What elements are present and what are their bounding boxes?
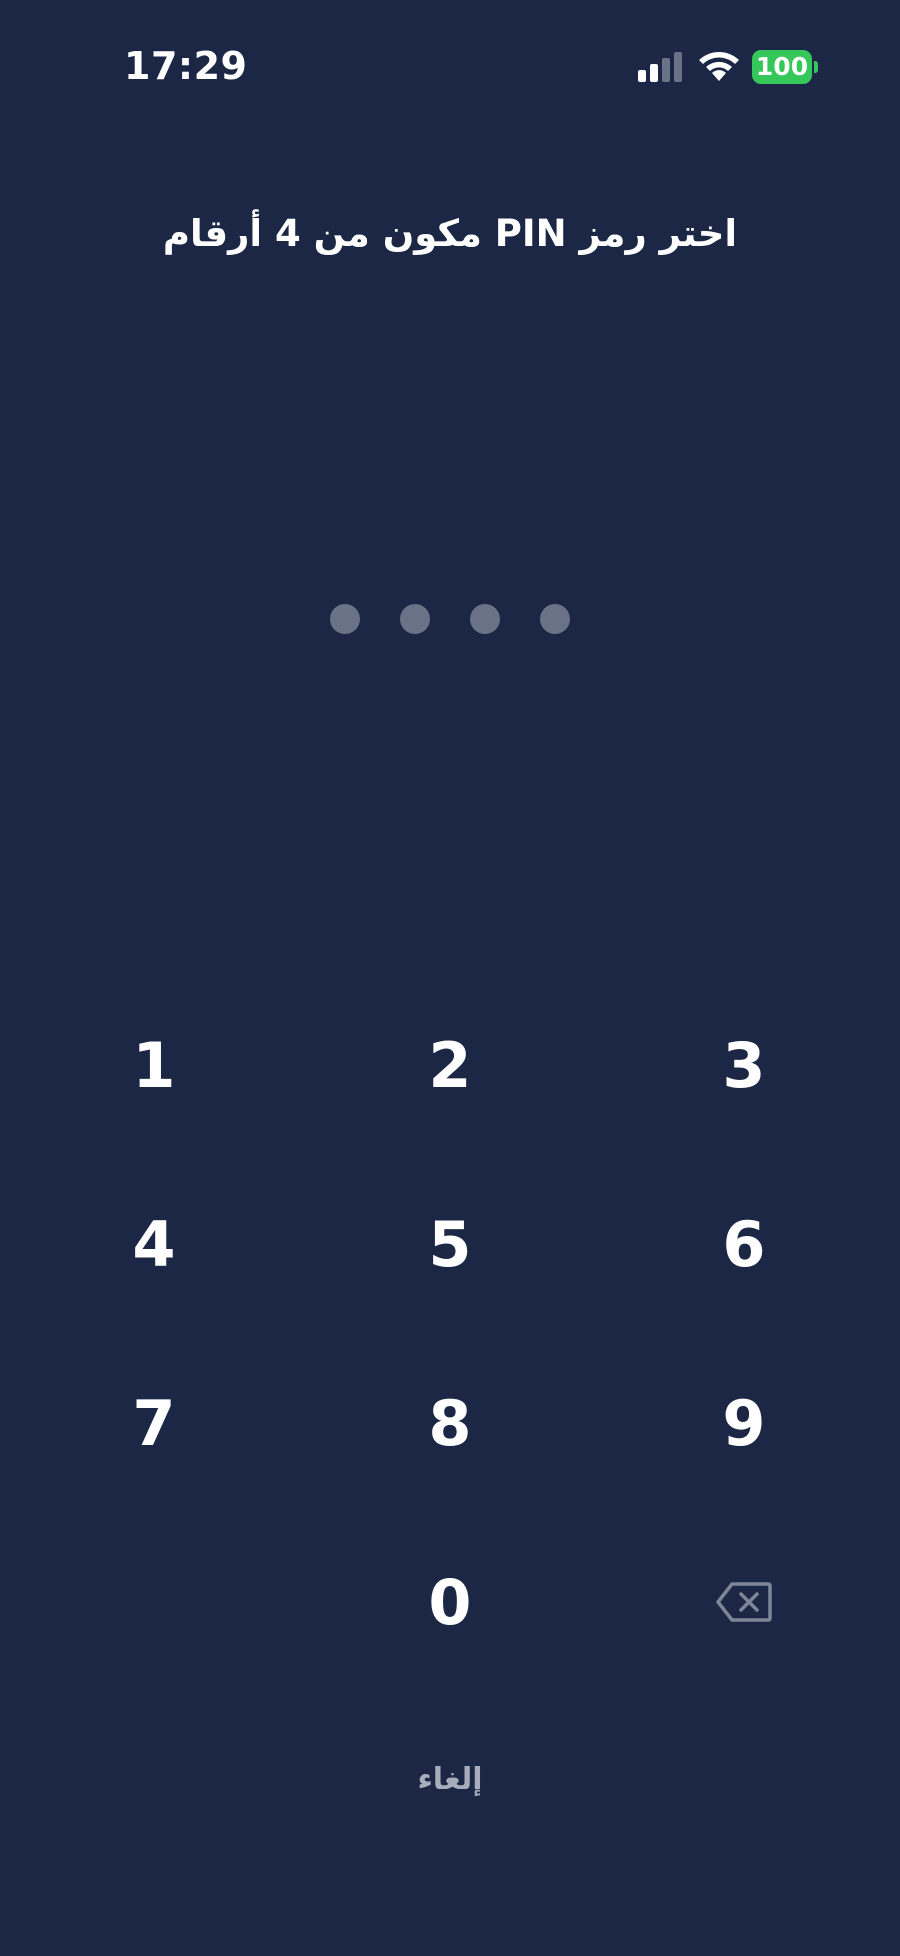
key-7[interactable]: 7: [64, 1358, 244, 1488]
backspace-icon: [716, 1582, 772, 1622]
key-1[interactable]: 1: [64, 1000, 244, 1130]
status-bar: 17:29 100: [0, 0, 900, 130]
wifi-icon: [699, 52, 739, 81]
signal-icon: [638, 52, 682, 82]
key-5[interactable]: 5: [360, 1179, 540, 1309]
pin-dot: [540, 604, 570, 634]
key-4[interactable]: 4: [64, 1179, 244, 1309]
pin-dot: [330, 604, 360, 634]
numeric-keypad: 1 2 3 4 5 6 7 8 9 0: [0, 1000, 900, 1720]
status-time: 17:29: [124, 44, 248, 88]
cancel-button[interactable]: إلغاء: [360, 1750, 540, 1810]
pin-indicator: [330, 604, 570, 634]
key-3[interactable]: 3: [654, 1000, 834, 1130]
backspace-button[interactable]: [654, 1537, 834, 1667]
pin-prompt-title: اختر رمز PIN مكون من 4 أرقام: [162, 212, 738, 255]
key-6[interactable]: 6: [654, 1179, 834, 1309]
key-9[interactable]: 9: [654, 1358, 834, 1488]
key-2[interactable]: 2: [360, 1000, 540, 1130]
key-0[interactable]: 0: [360, 1537, 540, 1667]
battery-level: 100: [752, 50, 812, 84]
battery-cap: [814, 61, 818, 73]
pin-dot: [400, 604, 430, 634]
pin-dot: [470, 604, 500, 634]
key-8[interactable]: 8: [360, 1358, 540, 1488]
battery-icon: 100: [752, 50, 818, 84]
